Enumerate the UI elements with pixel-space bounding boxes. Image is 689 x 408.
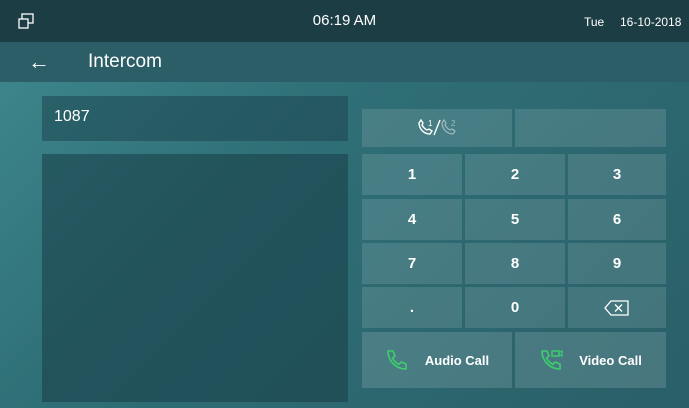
dial-number-value: 1087 bbox=[54, 108, 90, 125]
key-1[interactable]: 1 bbox=[362, 154, 462, 195]
title-bar: ← Intercom bbox=[0, 42, 689, 82]
line-switch-button[interactable]: 1 2 bbox=[362, 109, 512, 147]
audio-call-button[interactable]: Audio Call bbox=[362, 332, 512, 388]
line-2-label: 2 bbox=[451, 119, 456, 128]
line-switch-icon: 1 2 bbox=[418, 118, 456, 136]
line-row-empty bbox=[515, 109, 666, 147]
dial-number-field[interactable]: 1087 bbox=[42, 96, 348, 141]
video-call-label: Video Call bbox=[579, 352, 642, 368]
page-title: Intercom bbox=[88, 51, 162, 72]
backspace-button[interactable] bbox=[568, 287, 666, 328]
key-9[interactable]: 9 bbox=[568, 243, 666, 284]
status-day: Tue bbox=[584, 15, 605, 29]
key-5[interactable]: 5 bbox=[465, 199, 565, 240]
key-2[interactable]: 2 bbox=[465, 154, 565, 195]
key-7[interactable]: 7 bbox=[362, 243, 462, 284]
key-3[interactable]: 3 bbox=[568, 154, 666, 195]
back-arrow-icon[interactable]: ← bbox=[28, 51, 50, 73]
key-6[interactable]: 6 bbox=[568, 199, 666, 240]
preview-panel bbox=[42, 154, 348, 402]
key-dot[interactable]: . bbox=[362, 287, 462, 328]
backspace-icon bbox=[604, 299, 629, 316]
status-bar: 06:19 AM Tue 16-10-2018 bbox=[0, 0, 689, 42]
key-0[interactable]: 0 bbox=[465, 287, 565, 328]
key-8[interactable]: 8 bbox=[465, 243, 565, 284]
status-date: 16-10-2018 bbox=[620, 15, 682, 29]
line-1-label: 1 bbox=[428, 119, 433, 128]
phone-icon bbox=[387, 350, 407, 370]
audio-call-label: Audio Call bbox=[424, 352, 490, 368]
key-4[interactable]: 4 bbox=[362, 199, 462, 240]
video-call-button[interactable]: Video Call bbox=[515, 332, 666, 388]
video-phone-icon bbox=[541, 350, 563, 370]
